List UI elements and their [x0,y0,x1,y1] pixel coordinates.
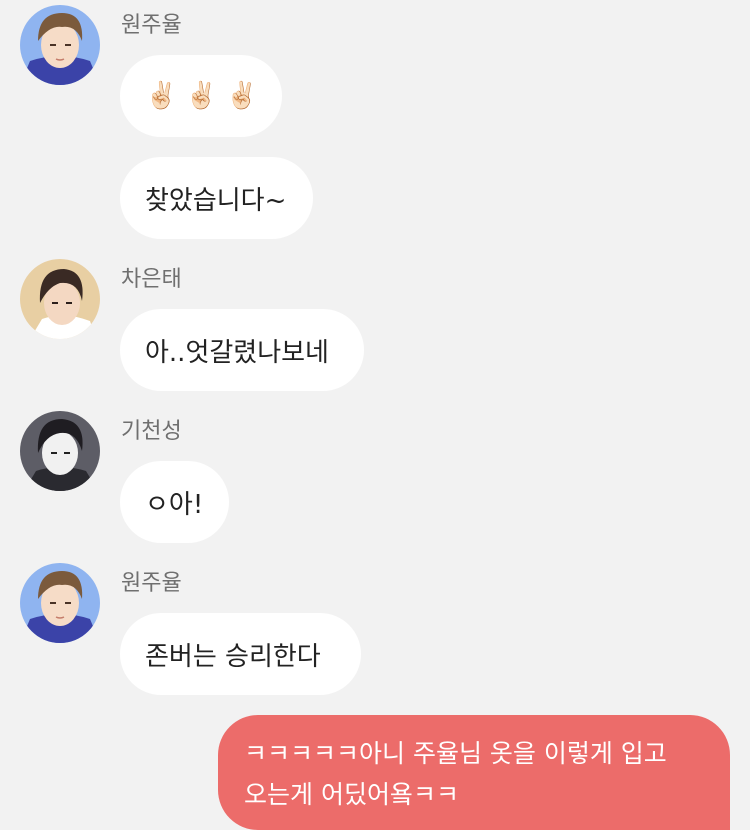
message-bubble[interactable]: ✌🏻 ✌🏻 ✌🏻 [120,55,282,137]
message-text: 아..엇갈렸나보네 [145,337,329,368]
message-bubble[interactable]: 존버는 승리한다 [120,613,361,695]
avatar-wonjuyul-icon[interactable] [20,5,100,85]
message-text: 존버는 승리한다 [145,641,321,672]
avatar-chaeuntae-icon[interactable] [20,259,100,339]
avatar-wonjuyul-icon[interactable] [20,563,100,643]
message-bubble[interactable]: 아..엇갈렸나보네 [120,309,364,391]
my-message-line: ㅋㅋㅋㅋㅋ아니 주율님 옷을 이렇게 입고 [244,739,667,768]
my-message-bubble[interactable]: ㅋㅋㅋㅋㅋ아니 주율님 옷을 이렇게 입고 오는게 어딨어욬ㅋㅋ [218,715,730,830]
avatar-gicheonseong-icon[interactable] [20,411,100,491]
sender-name: 차은태 [121,267,182,292]
emoji-row: ✌🏻 ✌🏻 ✌🏻 [145,81,258,111]
message-bubble[interactable]: ㅇ아! [120,461,229,543]
victory-hand-emoji: ✌🏻 [225,81,259,111]
my-message-line: 오는게 어딨어욬ㅋㅋ [244,780,459,809]
sender-name: 기천성 [121,419,182,444]
victory-hand-emoji: ✌🏻 [145,81,178,111]
sender-name: 원주율 [121,571,182,596]
message-text: ㅇ아! [145,489,204,520]
victory-hand-emoji: ✌🏻 [185,81,218,111]
sender-name: 원주율 [121,13,182,38]
message-text: 찾았습니다~ [145,185,287,216]
message-bubble[interactable]: 찾았습니다~ [120,157,313,239]
